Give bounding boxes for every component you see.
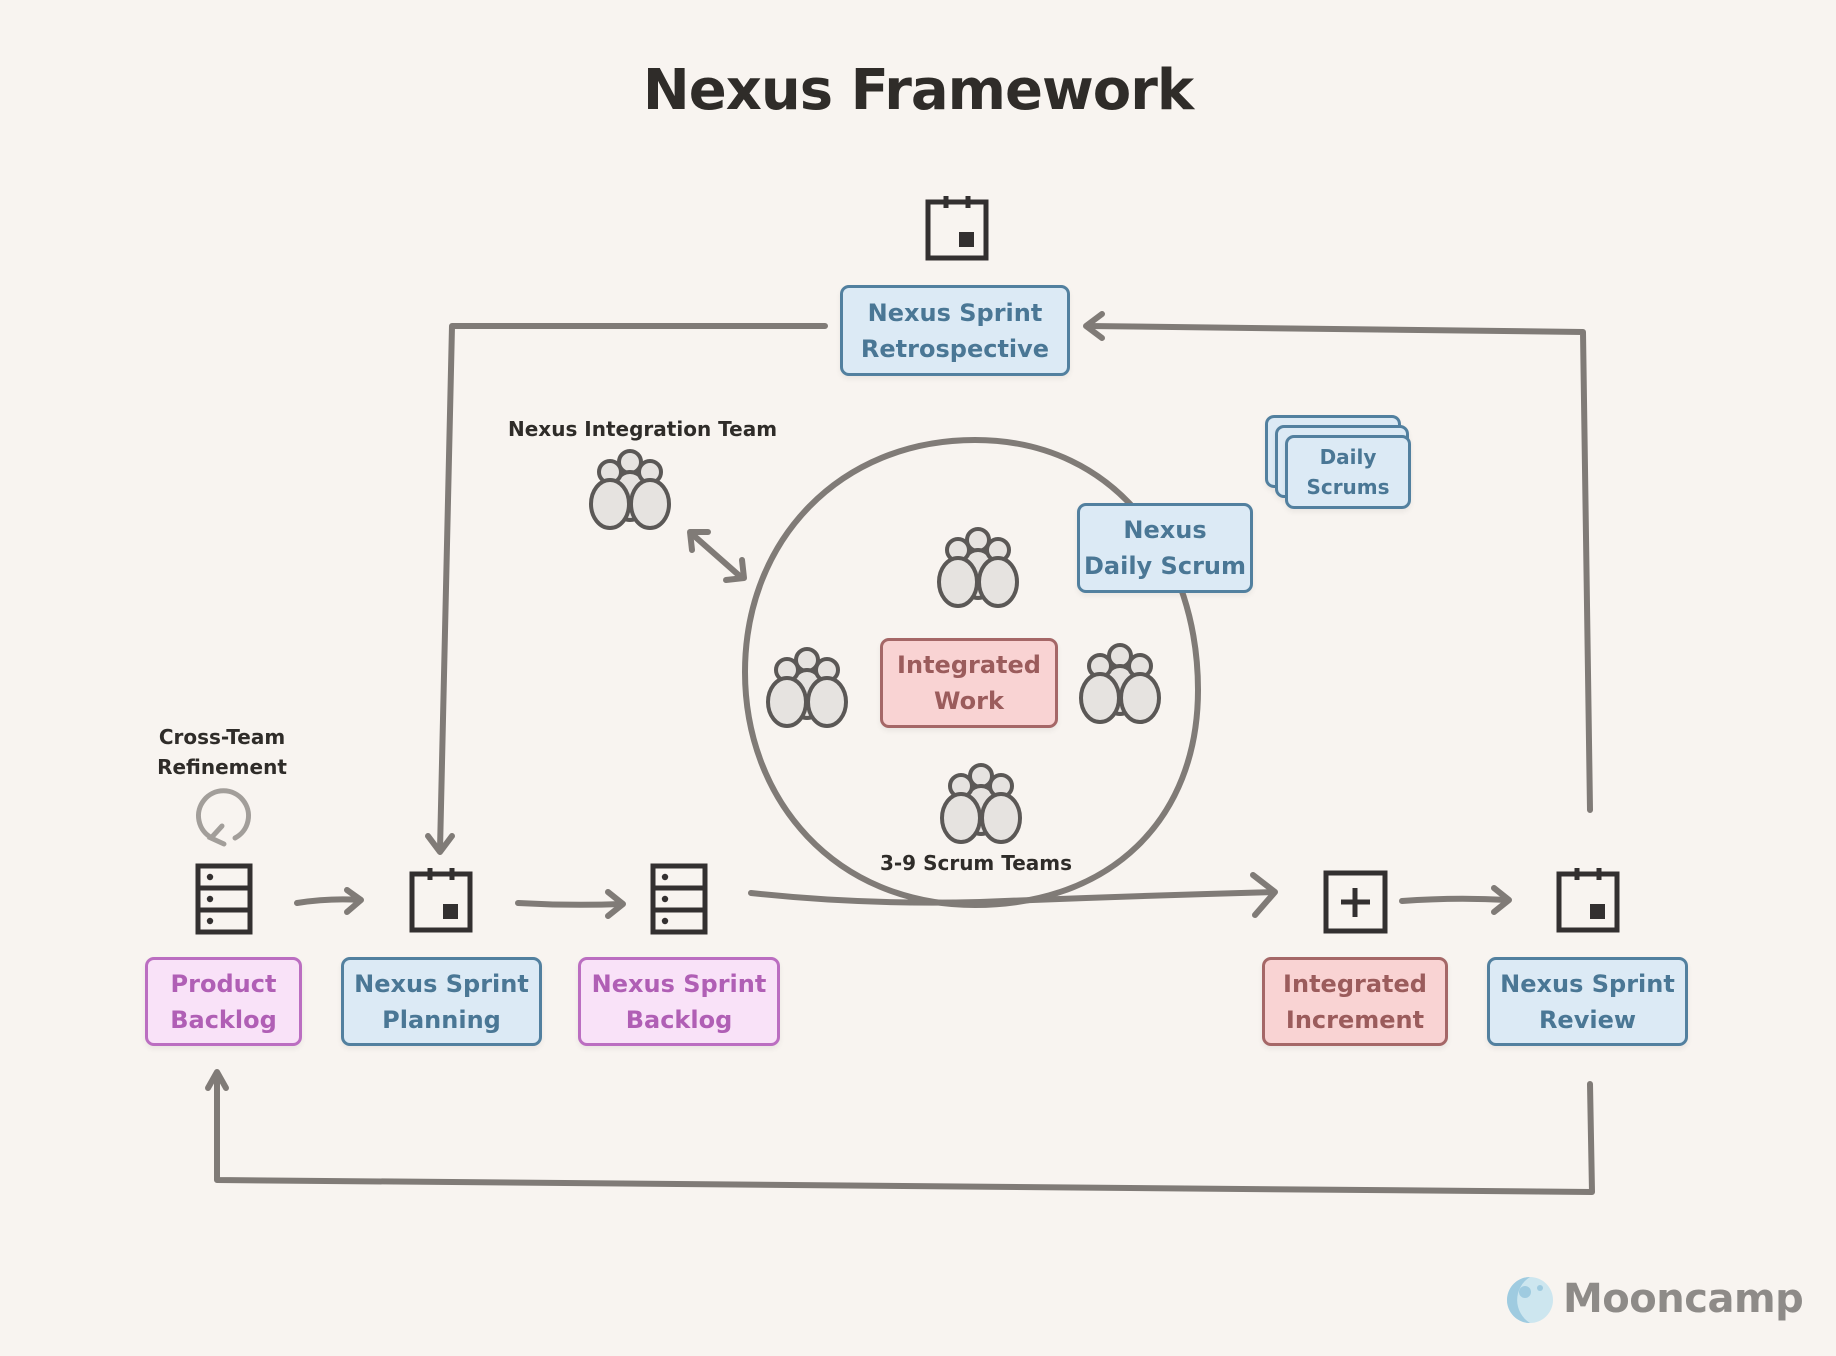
integration-team-label: Nexus Integration Team bbox=[508, 417, 778, 441]
planning-line2: Planning bbox=[382, 1005, 501, 1034]
brand-name: Mooncamp bbox=[1563, 1276, 1804, 1322]
integrated-increment-line2: Increment bbox=[1285, 1005, 1425, 1034]
arrow-planning-to-sprint-backlog bbox=[515, 900, 625, 908]
product-backlog-box: Product Backlog bbox=[145, 957, 302, 1046]
nexus-sprint-backlog-box: Nexus Sprint Backlog bbox=[578, 957, 780, 1046]
scrum-team-icon-left bbox=[766, 647, 848, 728]
retrospective-line2: Retrospective bbox=[860, 334, 1050, 363]
arrow-increment-to-review bbox=[1399, 895, 1511, 904]
integrated-work-line2: Work bbox=[934, 687, 1004, 715]
nexus-sprint-retrospective-box: Nexus Sprint Retrospective bbox=[840, 285, 1070, 376]
product-backlog-line2: Backlog bbox=[170, 1005, 277, 1034]
nexus-sprint-planning-box: Nexus Sprint Planning bbox=[341, 957, 542, 1046]
product-backlog-stack-icon bbox=[198, 866, 250, 932]
integrated-increment-plus-icon bbox=[1323, 870, 1388, 934]
scrum-team-icon-bottom bbox=[940, 763, 1022, 844]
refinement-line2: Refinement bbox=[157, 755, 287, 779]
integration-team-icon bbox=[589, 449, 671, 530]
integrated-increment-line1: Integrated bbox=[1283, 969, 1427, 998]
sprint-backlog-line1: Nexus Sprint bbox=[591, 969, 767, 998]
product-backlog-line1: Product bbox=[170, 969, 277, 998]
moon-logo-icon bbox=[1507, 1277, 1553, 1323]
sprint-backlog-stack-icon bbox=[653, 866, 705, 932]
arrow-backlog-to-planning bbox=[294, 896, 363, 906]
review-line1: Nexus Sprint bbox=[1500, 969, 1675, 998]
refresh-cycle-icon bbox=[196, 788, 251, 847]
daily-scrums-line2: Scrums bbox=[1306, 475, 1390, 499]
sprint-backlog-line2: Backlog bbox=[625, 1005, 733, 1034]
planning-line1: Nexus Sprint bbox=[354, 969, 529, 998]
connector-review-to-product-backlog bbox=[214, 1071, 1595, 1195]
review-line2: Review bbox=[1538, 1005, 1637, 1034]
review-calendar-icon bbox=[1559, 868, 1617, 930]
nexus-daily-scrum-line2: Daily Scrum bbox=[1083, 552, 1246, 580]
nexus-daily-scrum-box: Nexus Daily Scrum bbox=[1077, 503, 1253, 593]
daily-scrums-box: Daily Scrums bbox=[1285, 435, 1411, 509]
daily-scrums-line1: Daily bbox=[1319, 445, 1377, 469]
retrospective-line1: Nexus Sprint bbox=[867, 298, 1043, 327]
integrated-work-line1: Integrated bbox=[897, 651, 1041, 679]
refinement-line1: Cross-Team bbox=[158, 725, 286, 749]
nexus-sprint-review-box: Nexus Sprint Review bbox=[1487, 957, 1688, 1046]
planning-calendar-icon bbox=[412, 868, 470, 930]
integrated-increment-box: Integrated Increment bbox=[1262, 957, 1448, 1046]
scrum-team-icon-right bbox=[1079, 643, 1161, 724]
scrum-teams-label: 3-9 Scrum Teams bbox=[879, 851, 1073, 875]
cross-team-refinement-label: Cross-Team Refinement bbox=[142, 722, 302, 782]
scrum-team-icon-top bbox=[937, 527, 1019, 608]
integrated-work-box: Integrated Work bbox=[880, 638, 1058, 728]
retrospective-calendar-icon bbox=[928, 196, 986, 258]
arrow-sprint-backlog-to-increment bbox=[748, 889, 1277, 906]
nexus-daily-scrum-line1: Nexus bbox=[1123, 516, 1207, 544]
integration-double-arrow bbox=[689, 531, 745, 581]
